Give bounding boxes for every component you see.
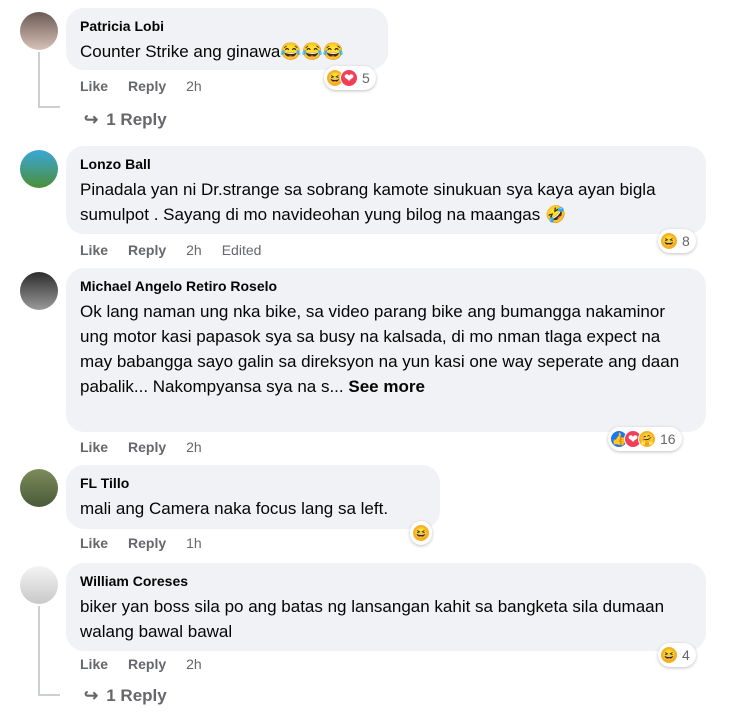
reply-arrow-icon: ↪ [84, 110, 99, 129]
haha-icon: 😆 [412, 524, 430, 542]
thread-line [38, 52, 40, 108]
edited-label[interactable]: Edited [222, 242, 262, 258]
haha-icon: 😆 [660, 646, 678, 664]
thread-line [38, 606, 40, 696]
comment-author[interactable]: Patricia Lobi [80, 17, 374, 35]
comment-actions: Like Reply 1h [80, 535, 202, 551]
avatar[interactable] [20, 272, 58, 310]
comment-text: Ok lang naman ung nka bike, sa video par… [80, 299, 692, 399]
view-replies-label: 1 Reply [106, 110, 167, 129]
comment-text: biker yan boss sila po ang batas ng lans… [80, 597, 665, 641]
comment-text: mali ang Camera naka focus lang sa left. [80, 499, 389, 518]
reaction-summary[interactable]: 😆 [410, 521, 432, 545]
comment-author[interactable]: William Coreses [80, 572, 692, 590]
reply-button[interactable]: Reply [128, 656, 166, 672]
comment-author[interactable]: Lonzo Ball [80, 155, 692, 173]
haha-icon: 😆 [660, 232, 678, 250]
comment-timestamp[interactable]: 2h [186, 439, 202, 455]
avatar[interactable] [20, 566, 58, 604]
view-replies-link[interactable]: ↪ 1 Reply [84, 110, 167, 130]
thread-line [38, 694, 60, 696]
comment-bubble: Patricia Lobi Counter Strike ang ginawa😂… [66, 8, 388, 70]
comment-bubble: Michael Angelo Retiro Roselo Ok lang nam… [66, 268, 706, 432]
reply-button[interactable]: Reply [128, 535, 166, 551]
comment-actions: Like Reply 2h [80, 656, 202, 672]
view-replies-label: 1 Reply [106, 686, 167, 705]
avatar[interactable] [20, 469, 58, 507]
reply-button[interactable]: Reply [128, 78, 166, 94]
comment-text: Pinadala yan ni Dr.strange sa sobrang ka… [80, 180, 656, 224]
comment-author[interactable]: Michael Angelo Retiro Roselo [80, 277, 692, 295]
thread-line [38, 106, 60, 108]
comment-text: Counter Strike ang ginawa😂😂😂 [80, 42, 344, 61]
avatar[interactable] [20, 12, 58, 50]
see-more-link[interactable]: See more [348, 377, 425, 396]
comment-actions: Like Reply 2h Edited [80, 242, 261, 258]
love-icon: ❤ [340, 69, 358, 87]
comment-bubble: Lonzo Ball Pinadala yan ni Dr.strange sa… [66, 146, 706, 234]
view-replies-link[interactable]: ↪ 1 Reply [84, 686, 167, 706]
reaction-summary[interactable]: 😆 8 [658, 229, 696, 253]
comment-bubble: FL Tillo mali ang Camera naka focus lang… [66, 465, 440, 529]
reaction-summary[interactable]: 😆 4 [658, 643, 696, 667]
comment-timestamp[interactable]: 2h [186, 78, 202, 94]
reaction-count: 16 [660, 431, 676, 447]
comment-actions: Like Reply 2h [80, 439, 202, 455]
reaction-summary[interactable]: 😆 ❤ 5 [324, 66, 376, 90]
avatar[interactable] [20, 150, 58, 188]
like-button[interactable]: Like [80, 535, 108, 551]
care-icon: 🤗 [638, 430, 656, 448]
reaction-count: 5 [362, 70, 370, 86]
like-button[interactable]: Like [80, 656, 108, 672]
reaction-count: 4 [682, 647, 690, 663]
comment-timestamp[interactable]: 2h [186, 656, 202, 672]
comment-bubble: William Coreses biker yan boss sila po a… [66, 563, 706, 651]
comment-timestamp[interactable]: 2h [186, 242, 202, 258]
reply-arrow-icon: ↪ [84, 686, 99, 705]
comment-timestamp[interactable]: 1h [186, 535, 202, 551]
like-button[interactable]: Like [80, 78, 108, 94]
comment-actions: Like Reply 2h [80, 78, 202, 94]
comment-author[interactable]: FL Tillo [80, 474, 426, 492]
like-button[interactable]: Like [80, 439, 108, 455]
reply-button[interactable]: Reply [128, 242, 166, 258]
reaction-count: 8 [682, 233, 690, 249]
like-button[interactable]: Like [80, 242, 108, 258]
reaction-summary[interactable]: 👍 ❤ 🤗 16 [608, 427, 682, 451]
reply-button[interactable]: Reply [128, 439, 166, 455]
